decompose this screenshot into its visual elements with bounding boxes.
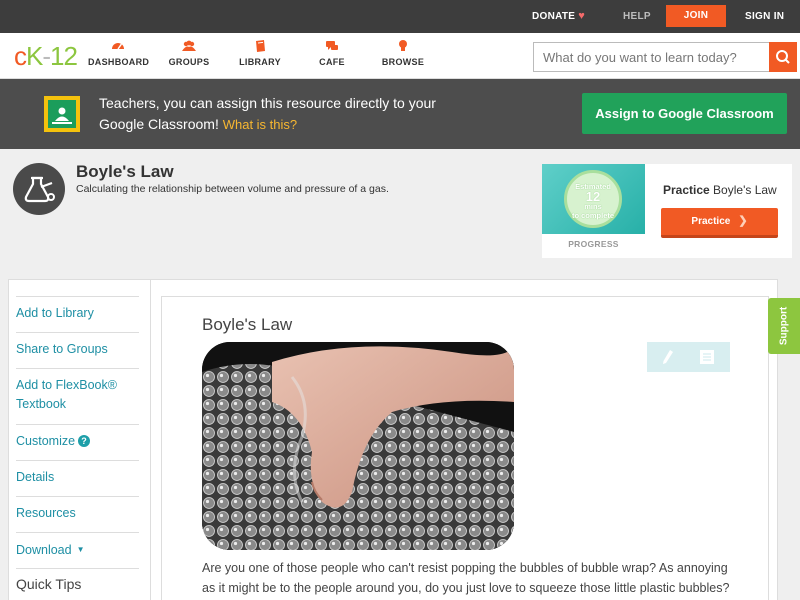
page-title: Boyle's Law [76,162,174,181]
customize-link[interactable]: Customize? [16,432,139,451]
estimated-time-badge: Estimated 12 mins to complete [564,170,622,228]
google-classroom-icon [44,96,80,132]
assign-google-classroom-button[interactable]: Assign to Google Classroom [582,93,787,134]
donate-link[interactable]: DONATE ♥ [532,0,585,33]
download-link[interactable]: Download ▼ [16,540,139,560]
top-bar: DONATE ♥ HELP JOIN SIGN IN [0,0,800,33]
dashboard-icon [112,43,124,50]
search-icon [776,50,790,64]
groups-icon [182,40,196,51]
notes-icon[interactable] [699,349,715,370]
practice-button[interactable]: Practice ❯ [661,208,778,238]
bubble-wrap-hand-image [202,342,514,550]
search-button[interactable] [769,42,797,72]
divider [16,568,139,569]
details-link[interactable]: Details [16,468,139,487]
search-input[interactable] [534,43,769,71]
nav-library[interactable]: LIBRARY [238,39,282,67]
pencil-icon[interactable] [661,349,675,370]
divider [16,424,139,425]
practice-thumbnail: Estimated 12 mins to complete [542,164,645,234]
add-to-flexbook-link[interactable]: Add to FlexBook® Textbook [16,376,139,414]
resources-link[interactable]: Resources [16,504,139,523]
nav-dashboard[interactable]: DASHBOARD [88,39,149,67]
chemistry-flask-icon [13,163,65,215]
page-subtitle: Calculating the relationship between vol… [76,183,389,195]
left-sidebar: Add to Library Share to Groups Add to Fl… [8,280,150,600]
add-to-library-link[interactable]: Add to Library [16,304,139,323]
chevron-right-icon: ❯ [738,215,748,227]
annotation-tools [647,342,730,372]
practice-card: Estimated 12 mins to complete PROGRESS P… [542,164,792,258]
heart-icon: ♥ [578,10,586,22]
support-tab[interactable]: Support [768,298,800,354]
nav-browse[interactable]: BROWSE [380,39,426,67]
library-icon [256,40,265,52]
cafe-chat-icon [326,41,338,50]
divider [16,532,139,533]
share-to-groups-link[interactable]: Share to Groups [16,340,139,359]
divider [16,460,139,461]
sign-in-link[interactable]: SIGN IN [745,0,784,33]
vertical-divider [150,280,151,600]
divider [16,368,139,369]
banner-text: Teachers, you can assign this resource d… [99,95,436,132]
divider [16,332,139,333]
article-paragraph: Are you one of those people who can't re… [202,561,730,595]
divider [16,296,139,297]
ck12-logo[interactable]: cK-12 [14,41,78,71]
nav-bar: cK-12 DASHBOARD GROUPS LIBRARY CAFE BROW… [0,33,800,79]
nav-cafe[interactable]: CAFE [315,39,349,67]
join-button[interactable]: JOIN [666,5,726,27]
progress-label: PROGRESS [568,239,619,249]
help-link[interactable]: HELP [623,0,651,33]
caret-down-icon: ▼ [76,545,85,554]
help-icon: ? [78,435,91,447]
practice-title: Practice Boyle's Law [663,183,777,197]
what-is-this-link[interactable]: What is this? [223,117,297,132]
search-box [533,42,769,72]
article-title: Boyle's Law [202,315,293,334]
quick-tips-heading[interactable]: Quick Tips [16,576,81,592]
lightbulb-icon [399,40,407,51]
divider [16,496,139,497]
nav-groups[interactable]: GROUPS [166,39,212,67]
